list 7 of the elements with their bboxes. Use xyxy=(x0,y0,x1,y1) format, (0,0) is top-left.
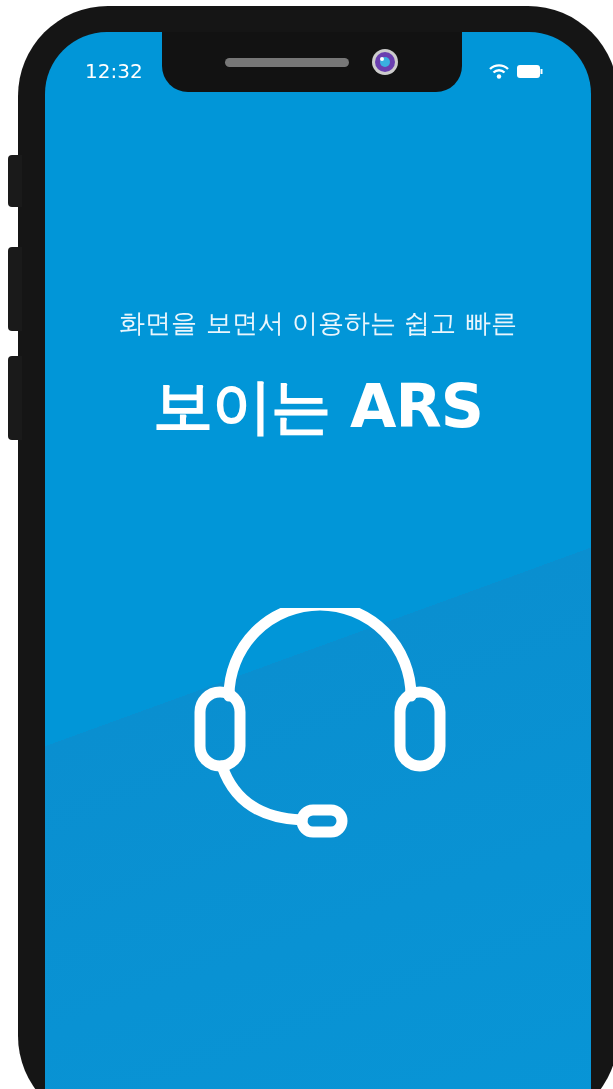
subtitle-text: 화면을 보면서 이용하는 쉽고 빠른 xyxy=(119,307,517,340)
camera-icon xyxy=(371,48,399,76)
speaker-icon xyxy=(225,57,349,67)
wifi-icon xyxy=(489,63,509,79)
status-time: 12:32 xyxy=(85,59,143,83)
title-text: 보이는 ARS xyxy=(153,370,483,443)
battery-icon xyxy=(517,64,543,78)
